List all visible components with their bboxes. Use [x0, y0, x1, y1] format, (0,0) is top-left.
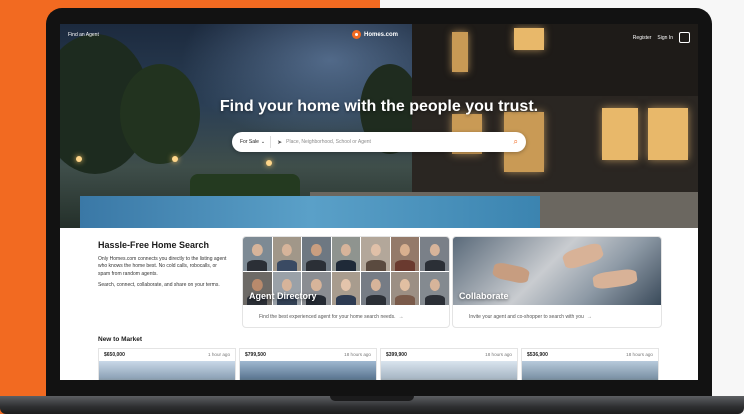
listing-time: 18 hours ago — [626, 352, 653, 357]
garden-lamp — [76, 156, 82, 162]
find-agent-link[interactable]: Find an Agent — [68, 32, 99, 38]
search-icon[interactable]: ⌕ — [514, 137, 526, 147]
agent-photo — [331, 237, 361, 271]
agent-photo — [302, 237, 331, 271]
listing-photo — [381, 361, 517, 380]
listing-card[interactable]: $399,900 18 hours ago — [380, 348, 518, 380]
menu-icon[interactable] — [679, 32, 690, 43]
house-window — [514, 28, 544, 50]
listing-photo — [522, 361, 658, 380]
section-title: New to Market — [98, 336, 143, 343]
listing-time: 18 hours ago — [485, 352, 512, 357]
search-bar: For Sale ⌄ ➤ ⌕ — [232, 132, 526, 152]
location-arrow-icon[interactable]: ➤ — [271, 139, 282, 146]
collaborate-card[interactable]: Collaborate Invite your agent and co-sho… — [452, 236, 662, 328]
hand-illustration — [491, 261, 531, 285]
listing-time: 18 hours ago — [344, 352, 371, 357]
card-subtitle: Find the best experienced agent for your… — [259, 314, 403, 320]
card-title: Collaborate — [459, 291, 509, 301]
agent-directory-card[interactable]: Agent Directory Find the best experience… — [242, 236, 450, 328]
logo-text: Homes.com — [364, 31, 399, 38]
listing-card[interactable]: $650,000 1 hour ago — [98, 348, 236, 380]
intro-body: Only Homes.com connects you directly to … — [98, 256, 228, 294]
listing-type-dropdown[interactable]: For Sale ⌄ — [232, 136, 272, 148]
listing-card[interactable]: $536,900 18 hours ago — [521, 348, 659, 380]
intro-title: Hassle-Free Home Search — [98, 240, 210, 250]
register-link[interactable]: Register — [633, 35, 652, 41]
agent-photo — [420, 271, 449, 305]
nav-actions: Register Sign In — [633, 32, 690, 43]
card-title: Agent Directory — [249, 291, 317, 301]
listing-price: $399,900 — [386, 352, 407, 358]
hero-banner: Find an Agent Homes.com Register Sign In… — [60, 24, 698, 228]
garden-lamp — [266, 160, 272, 166]
agent-photo — [243, 237, 272, 271]
agent-photo — [390, 271, 420, 305]
homes-logo[interactable]: Homes.com — [352, 30, 398, 39]
laptop-notch — [330, 396, 414, 401]
hero-title: Find your home with the people you trust… — [219, 98, 539, 115]
house-window — [452, 32, 468, 72]
laptop-screen: Find an Agent Homes.com Register Sign In… — [60, 24, 698, 380]
agent-photo — [390, 237, 420, 271]
card-subtitle-text: Invite your agent and co-shopper to sear… — [469, 314, 584, 320]
listing-type-label: For Sale — [240, 139, 259, 145]
listing-price: $799,500 — [245, 352, 266, 358]
agent-photo — [331, 271, 361, 305]
agent-photo — [361, 271, 390, 305]
pool — [80, 196, 540, 228]
garden-lamp — [172, 156, 178, 162]
chevron-down-icon: ⌄ — [260, 139, 266, 145]
listing-price: $650,000 — [104, 352, 125, 358]
listing-photo — [240, 361, 376, 380]
arrow-right-icon: → — [586, 314, 592, 320]
agent-photo — [420, 237, 449, 271]
sign-in-link[interactable]: Sign In — [657, 35, 673, 41]
hand-illustration — [561, 241, 605, 271]
intro-paragraph: Search, connect, collaborate, and share … — [98, 282, 220, 289]
card-subtitle: Invite your agent and co-shopper to sear… — [469, 314, 592, 320]
intro-paragraph: Only Homes.com connects you directly to … — [98, 256, 227, 277]
listing-price: $536,900 — [527, 352, 548, 358]
search-input[interactable] — [282, 139, 514, 145]
main-content: Hassle-Free Home Search Only Homes.com c… — [60, 228, 698, 380]
listing-photo — [99, 361, 235, 380]
listing-time: 1 hour ago — [208, 352, 230, 357]
homes-logo-icon — [352, 30, 361, 39]
listing-card[interactable]: $799,500 18 hours ago — [239, 348, 377, 380]
arrow-right-icon: → — [398, 314, 404, 320]
agent-photo — [361, 237, 390, 271]
card-subtitle-text: Find the best experienced agent for your… — [259, 314, 396, 320]
hand-illustration — [592, 268, 638, 290]
agent-photo — [272, 237, 302, 271]
